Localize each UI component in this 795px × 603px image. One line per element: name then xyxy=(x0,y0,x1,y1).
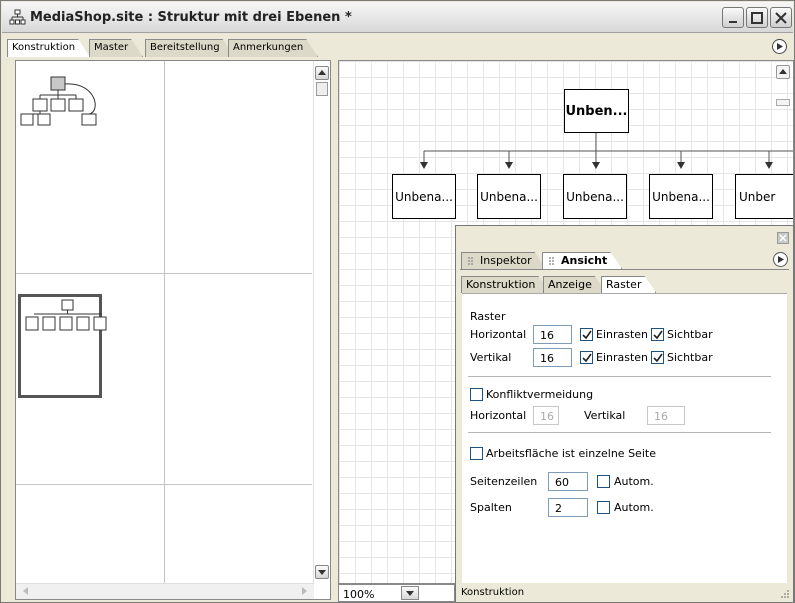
conflict-horizontal-input[interactable]: 16 xyxy=(533,406,559,425)
scroll-thumb[interactable] xyxy=(316,82,328,96)
structure-thumbnail-1[interactable] xyxy=(19,74,109,129)
page-rows-input[interactable]: 60 xyxy=(548,472,588,491)
child-page-node[interactable]: Unber xyxy=(735,174,793,219)
site-map-icon xyxy=(9,9,26,25)
inspector-panel: Inspektor Ansicht Konstruktion Anzeige R… xyxy=(455,225,794,603)
canvas-scroll-up-button[interactable] xyxy=(776,65,790,79)
checkmark-icon xyxy=(653,353,663,363)
grip-icon xyxy=(468,257,473,265)
grip-icon xyxy=(549,257,554,265)
conflict-vertical-input[interactable]: 16 xyxy=(647,406,685,425)
conflict-horizontal-label: Horizontal xyxy=(470,409,527,422)
grid-divider xyxy=(16,484,312,485)
rows-auto-checkbox[interactable] xyxy=(597,475,610,488)
raster-heading: Raster xyxy=(470,310,506,323)
subtab-anzeige[interactable]: Anzeige xyxy=(543,276,607,293)
arrow-right-icon xyxy=(777,43,783,50)
columns-label: Spalten xyxy=(470,501,512,514)
horizontal-scrollbar[interactable] xyxy=(16,583,314,599)
arrow-down-icon xyxy=(318,570,326,575)
arrow-up-icon xyxy=(779,69,787,74)
grid-divider xyxy=(16,273,312,274)
hierarchy-connectors xyxy=(420,133,793,169)
subtab-konstruktion[interactable]: Konstruktion xyxy=(461,276,550,293)
application-window: MediaShop.site : Struktur mit drei Ebene… xyxy=(0,0,795,603)
raster-horizontal-input[interactable]: 16 xyxy=(533,325,572,344)
snap-vertical-checkbox[interactable] xyxy=(580,351,593,364)
close-icon xyxy=(779,234,787,242)
separator xyxy=(468,376,771,377)
panel-status: Konstruktion xyxy=(461,587,525,598)
tab-bereitstellung[interactable]: Bereitstellung xyxy=(145,39,235,57)
maximize-button[interactable] xyxy=(746,7,768,28)
horizontal-label: Horizontal xyxy=(470,328,527,341)
tab-anmerkungen[interactable]: Anmerkungen xyxy=(228,39,318,57)
checkmark-icon xyxy=(653,330,663,340)
page-rows-label: Seitenzeilen xyxy=(470,475,538,488)
checkmark-icon xyxy=(582,330,592,340)
zoom-dropdown-button[interactable] xyxy=(401,586,419,600)
conflict-vertical-label: Vertikal xyxy=(584,409,626,422)
structure-thumbnail-2[interactable] xyxy=(22,297,122,337)
columns-auto-checkbox[interactable] xyxy=(597,501,610,514)
visible-label: Sichtbar xyxy=(667,328,713,341)
chevron-down-icon xyxy=(406,591,414,596)
visible-vertical-checkbox[interactable] xyxy=(651,351,664,364)
arrow-left-icon xyxy=(23,587,28,595)
child-page-node[interactable]: Unbena... xyxy=(563,174,627,219)
auto-label: Autom. xyxy=(614,501,654,514)
child-page-node[interactable]: Unbena... xyxy=(392,174,456,219)
single-page-checkbox[interactable] xyxy=(470,447,483,460)
tab-ansicht[interactable]: Ansicht xyxy=(542,252,622,269)
canvas-scroll-thumb[interactable] xyxy=(776,99,790,106)
vertical-scrollbar[interactable] xyxy=(313,61,330,585)
raster-vertical-input[interactable]: 16 xyxy=(533,348,572,367)
single-page-label: Arbeitsfläche ist einzelne Seite xyxy=(486,447,656,460)
panel-close-button[interactable] xyxy=(777,232,789,244)
minimize-icon xyxy=(729,21,737,23)
auto-label: Autom. xyxy=(614,475,654,488)
arrow-right-icon xyxy=(778,256,784,263)
snap-label: Einrasten xyxy=(596,328,649,341)
columns-input[interactable]: 2 xyxy=(548,498,588,517)
visible-horizontal-checkbox[interactable] xyxy=(651,328,664,341)
checkmark-icon xyxy=(582,353,592,363)
child-page-node[interactable]: Unbena... xyxy=(477,174,541,219)
minimize-button[interactable] xyxy=(722,7,744,28)
snap-horizontal-checkbox[interactable] xyxy=(580,328,593,341)
tab-konstruktion[interactable]: Konstruktion xyxy=(7,39,90,57)
resize-grip-icon[interactable] xyxy=(780,589,790,599)
close-button[interactable] xyxy=(770,7,792,28)
separator xyxy=(468,432,771,433)
view-tab-bar: Konstruktion Master Bereitstellung Anmer… xyxy=(2,34,793,58)
snap-label: Einrasten xyxy=(596,351,649,364)
tab-menu-button[interactable] xyxy=(772,39,787,54)
conflict-avoidance-checkbox[interactable] xyxy=(470,388,483,401)
scroll-down-button[interactable] xyxy=(315,565,329,579)
tab-inspektor[interactable]: Inspektor xyxy=(461,252,547,269)
arrow-right-icon xyxy=(302,587,307,595)
visible-label: Sichtbar xyxy=(667,351,713,364)
conflict-avoidance-label: Konfliktvermeidung xyxy=(486,388,594,401)
zoom-value: 100% xyxy=(343,588,375,601)
window-title: MediaShop.site : Struktur mit drei Ebene… xyxy=(30,10,352,25)
tab-master[interactable]: Master xyxy=(89,39,143,57)
arrow-up-icon xyxy=(318,70,326,75)
panel-tab-baseline xyxy=(460,269,789,270)
vertical-label: Vertikal xyxy=(470,351,512,364)
close-icon xyxy=(775,12,787,24)
zoom-select[interactable]: 100% xyxy=(338,584,455,602)
subtab-raster[interactable]: Raster xyxy=(601,276,656,293)
thumbnail-pane[interactable] xyxy=(15,60,331,600)
child-page-node[interactable]: Unbena... xyxy=(649,174,713,219)
panel-menu-button[interactable] xyxy=(773,252,788,267)
raster-settings: Raster Horizontal 16 Einrasten Sichtbar … xyxy=(462,293,787,583)
title-bar[interactable]: MediaShop.site : Struktur mit drei Ebene… xyxy=(2,2,793,33)
maximize-icon xyxy=(751,12,763,24)
scroll-up-button[interactable] xyxy=(315,66,329,80)
grid-divider xyxy=(164,61,165,585)
